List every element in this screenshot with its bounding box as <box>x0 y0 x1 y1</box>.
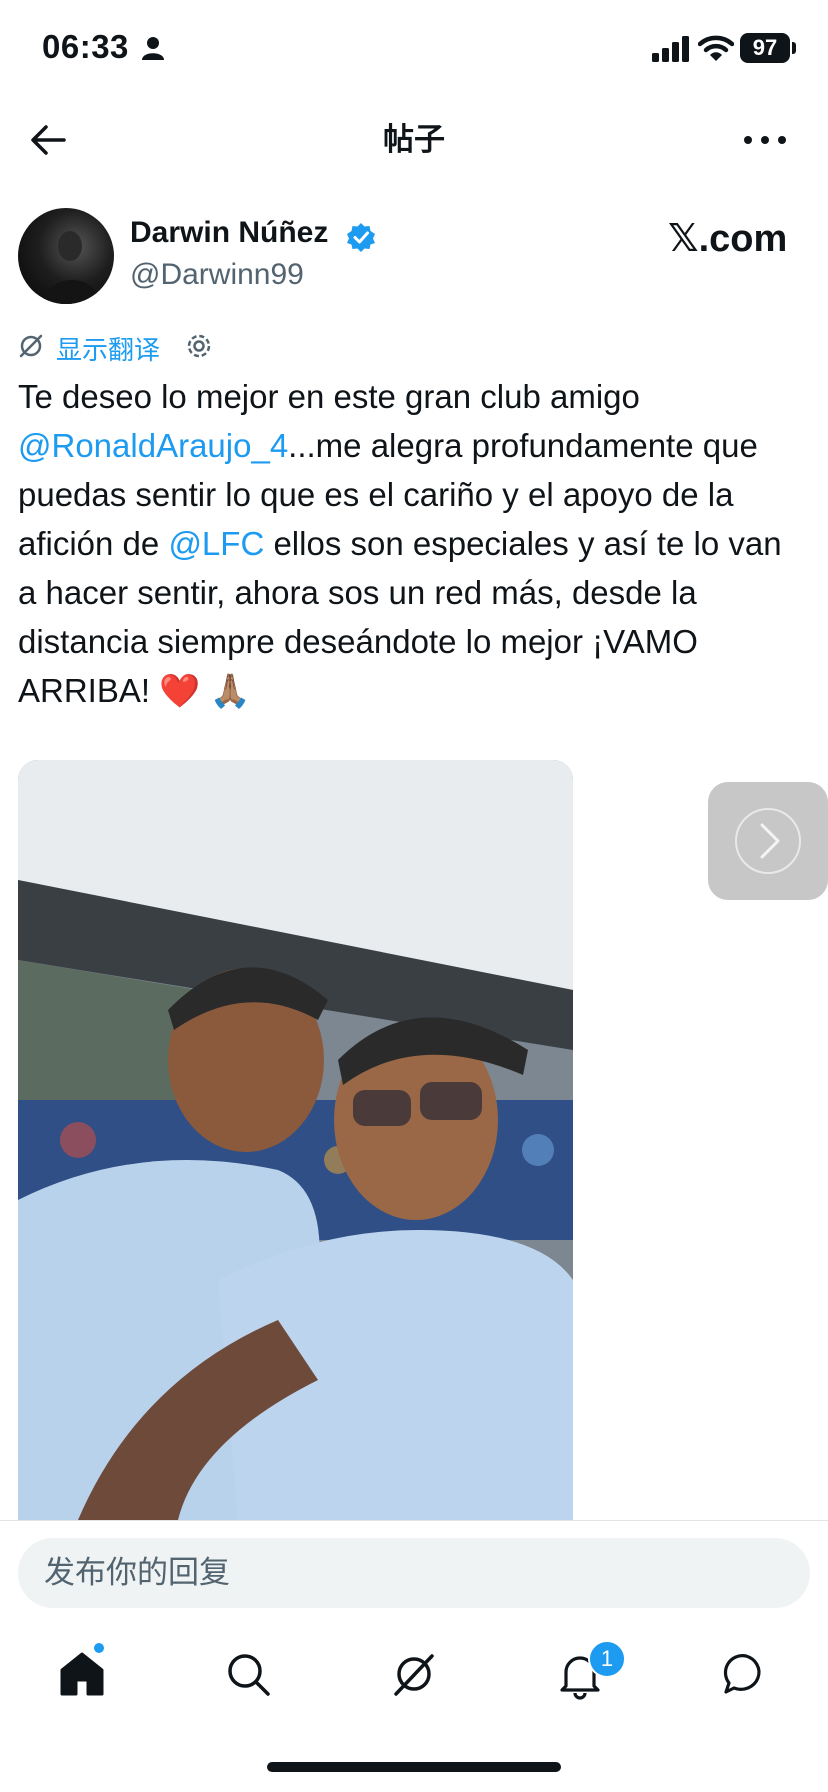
page-title: 帖子 <box>383 122 445 157</box>
tweet-text-part: Te deseo lo mejor en este gran club amig… <box>18 378 640 415</box>
divider <box>0 1520 828 1521</box>
wifi-icon <box>698 35 734 61</box>
more-options-icon[interactable] <box>740 118 790 162</box>
translate-icon[interactable] <box>18 333 44 359</box>
search-icon[interactable] <box>222 1648 274 1700</box>
mention-link[interactable]: @LFC <box>168 525 264 562</box>
status-time: 06:33 <box>42 28 129 65</box>
home-unread-dot <box>94 1643 104 1653</box>
author-handle[interactable]: @Darwinn99 <box>130 258 304 292</box>
reply-input[interactable] <box>18 1538 810 1608</box>
verified-badge-icon <box>347 223 375 252</box>
person-icon <box>142 37 164 60</box>
avatar[interactable] <box>18 208 114 304</box>
mention-link[interactable]: @RonaldAraujo_4 <box>18 427 288 464</box>
x-watermark: 𝕏.com <box>668 218 788 260</box>
cellular-signal-icon <box>652 36 689 62</box>
photo-illustration <box>18 760 573 1520</box>
grok-icon[interactable] <box>388 1648 440 1700</box>
battery-level: 97 <box>740 33 790 63</box>
notification-count-badge: 1 <box>588 1640 626 1678</box>
chevron-right-icon <box>735 808 801 874</box>
next-media-button[interactable] <box>708 782 828 900</box>
battery-tip <box>792 42 796 54</box>
home-indicator <box>267 1762 561 1772</box>
translation-settings-gear-icon[interactable] <box>184 331 214 361</box>
author-name[interactable]: Darwin Núñez <box>130 216 328 250</box>
back-arrow-icon[interactable] <box>26 118 70 162</box>
home-icon[interactable] <box>56 1648 108 1700</box>
show-translation-link[interactable]: 显示翻译 <box>56 330 160 367</box>
tweet-text: Te deseo lo mejor en este gran club amig… <box>18 372 808 715</box>
tweet-photo[interactable] <box>18 760 573 1520</box>
messages-icon[interactable] <box>720 1648 772 1700</box>
avatar-silhouette <box>42 231 102 304</box>
